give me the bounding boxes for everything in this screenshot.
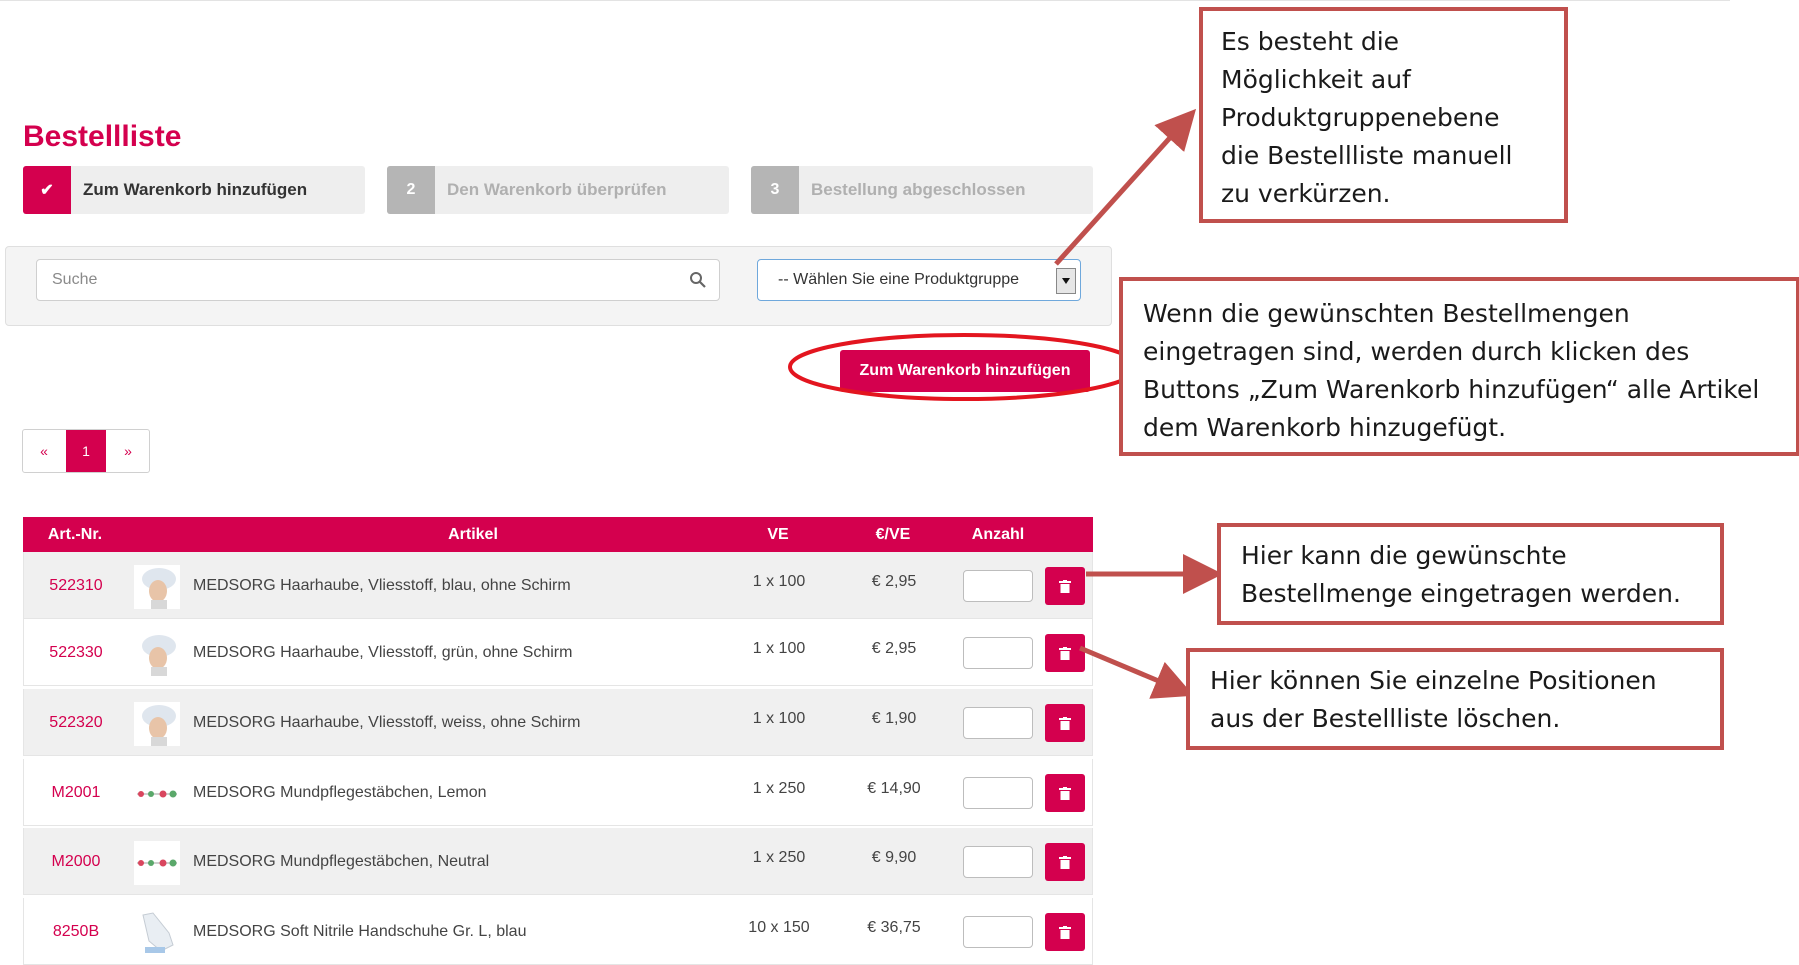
callout-quantity: Hier kann die gewünschte Bestellmenge ei… bbox=[1217, 523, 1724, 625]
arrow-product-group bbox=[1054, 108, 1197, 266]
arrow-delete bbox=[1079, 645, 1194, 699]
callout-text: Es besteht die Möglichkeit auf Produktgr… bbox=[1221, 27, 1513, 208]
callout-add-to-cart: Wenn die gewünschten Bestellmengen einge… bbox=[1119, 277, 1799, 456]
callout-product-group: Es besteht die Möglichkeit auf Produktgr… bbox=[1199, 7, 1568, 223]
callout-delete: Hier können Sie einzelne Positionen aus … bbox=[1186, 648, 1724, 750]
highlight-ellipse bbox=[788, 333, 1140, 401]
callout-text: Wenn die gewünschten Bestellmengen einge… bbox=[1143, 299, 1760, 442]
callout-text: Hier können Sie einzelne Positionen aus … bbox=[1210, 666, 1657, 733]
callout-text: Hier kann die gewünschte Bestellmenge ei… bbox=[1241, 541, 1681, 608]
